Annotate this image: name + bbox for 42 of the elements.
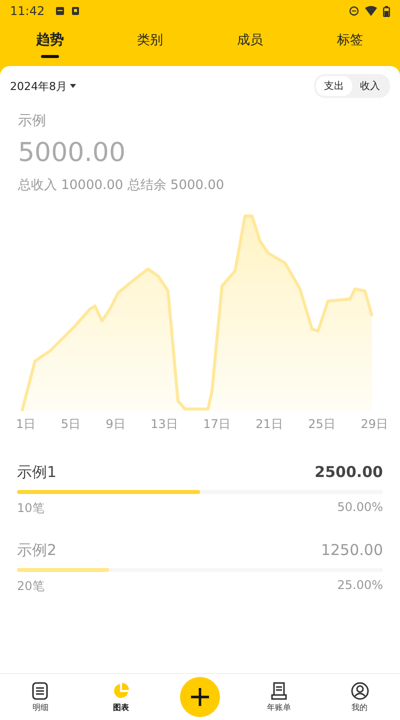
record-count: 20笔 <box>17 578 44 595</box>
notification-icon <box>54 6 65 16</box>
summary-totals: 总收入 10000.00 总结余 5000.00 <box>17 177 226 194</box>
pie-chart-icon <box>112 682 130 700</box>
notification-icon <box>70 6 80 16</box>
toggle-option[interactable]: 支出 <box>316 76 352 96</box>
add-button[interactable] <box>180 677 220 717</box>
tab[interactable]: 类别 <box>100 22 200 66</box>
record-count: 10笔 <box>17 500 44 517</box>
axis-label: 1日 <box>16 416 36 433</box>
axis-label: 21日 <box>256 416 283 433</box>
list-icon <box>32 682 48 700</box>
month-picker[interactable]: 2024年8月 <box>10 78 76 94</box>
profile-icon <box>350 682 369 700</box>
axis-label: 9日 <box>106 416 126 433</box>
axis-label: 5日 <box>60 416 81 433</box>
battery-icon <box>383 6 390 16</box>
nav-item[interactable]: 明细 <box>18 682 62 712</box>
share-percent: 50.00% <box>337 500 383 516</box>
tab[interactable]: 趋势 <box>0 22 100 66</box>
summary-label: 示例 <box>17 112 47 130</box>
axis-label: 13日 <box>150 416 178 433</box>
nav-item[interactable]: 年账单 <box>256 682 301 712</box>
do-not-disturb-icon <box>349 6 359 16</box>
tab[interactable]: 标签 <box>300 22 400 66</box>
category-amount: 1250.00 <box>320 541 383 560</box>
nav-item[interactable]: 图表 <box>99 682 144 712</box>
category-name: 示例2 <box>17 541 57 560</box>
status-time: 11:42 <box>10 4 45 18</box>
share-percent: 25.00% <box>337 578 383 594</box>
nav-item[interactable]: 我的 <box>338 682 382 712</box>
tab[interactable]: 成员 <box>200 22 300 66</box>
plus-icon <box>190 687 210 707</box>
summary-amount: 5000.00 <box>17 137 127 168</box>
axis-label: 17日 <box>203 416 230 433</box>
wifi-icon <box>365 6 377 16</box>
axis-label: 25日 <box>308 416 336 433</box>
receipt-icon <box>270 682 287 700</box>
category-name: 示例1 <box>17 463 57 482</box>
axis-label: 29日 <box>360 416 388 433</box>
caret-icon <box>70 84 76 88</box>
category-amount: 2500.00 <box>314 463 383 482</box>
